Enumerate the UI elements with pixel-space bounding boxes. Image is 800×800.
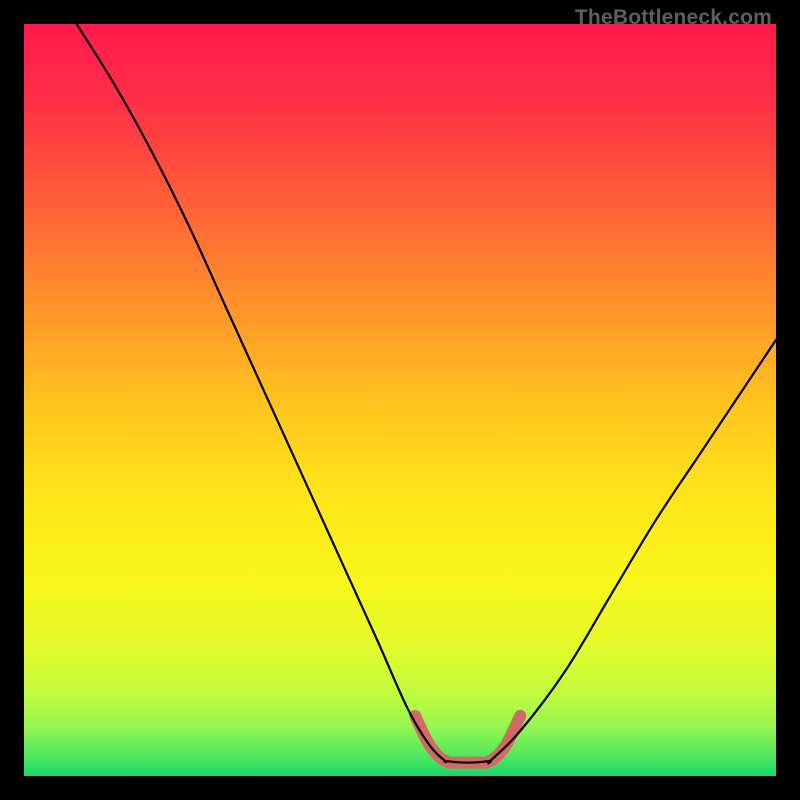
chart-frame: TheBottleneck.com — [0, 0, 800, 800]
watermark-label: TheBottleneck.com — [575, 6, 772, 30]
chart-svg — [24, 24, 776, 776]
gradient-background — [24, 24, 776, 776]
plot-area — [24, 24, 776, 776]
